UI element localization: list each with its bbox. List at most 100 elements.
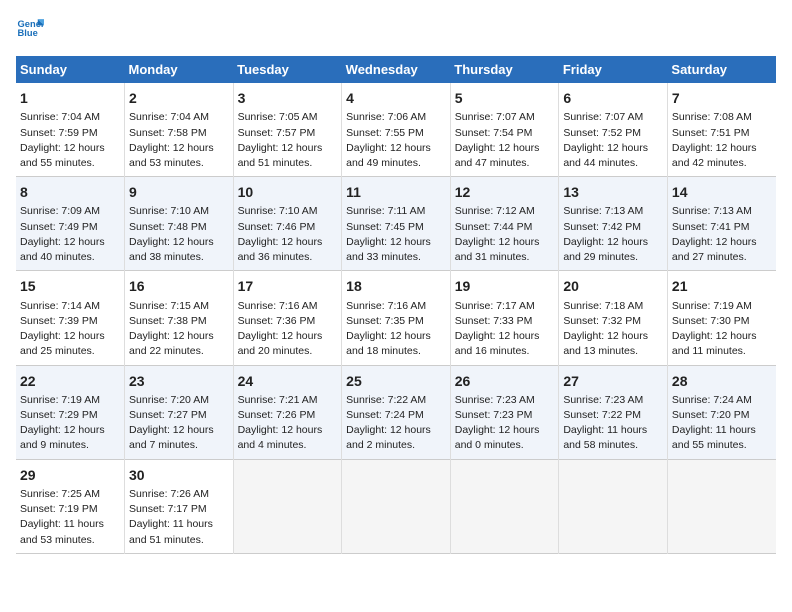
calendar-cell: 2Sunrise: 7:04 AMSunset: 7:58 PMDaylight… [125, 83, 234, 177]
day-number: 12 [455, 182, 555, 202]
sunset-text: Sunset: 7:46 PM [238, 221, 316, 233]
calendar-cell: 3Sunrise: 7:05 AMSunset: 7:57 PMDaylight… [233, 83, 342, 177]
sunset-text: Sunset: 7:17 PM [129, 503, 207, 515]
calendar-cell: 19 Sunrise: 7:17 AM Sunset: 7:33 PM Dayligh… [450, 271, 559, 365]
daylight-text: Daylight: 12 hours and 29 minutes. [563, 236, 648, 263]
sunrise-text: Sunrise: 7:14 AM [20, 300, 100, 312]
sunrise-text: Sunrise: 7:04 AM [129, 111, 209, 123]
daylight-text: Daylight: 12 hours and 20 minutes. [238, 330, 323, 357]
sunset-text: Sunset: 7:44 PM [455, 221, 533, 233]
daylight-text: Daylight: 12 hours and 31 minutes. [455, 236, 540, 263]
calendar-cell: 28 Sunrise: 7:24 AM Sunset: 7:20 PM Dayligh… [667, 365, 776, 459]
calendar-week-2: 8Sunrise: 7:09 AMSunset: 7:49 PMDaylight… [16, 177, 776, 271]
calendar-week-3: 15 Sunrise: 7:14 AM Sunset: 7:39 PM Dayligh… [16, 271, 776, 365]
calendar-cell [233, 459, 342, 553]
sunrise-text: Sunrise: 7:06 AM [346, 111, 426, 123]
sunset-text: Sunset: 7:24 PM [346, 409, 424, 421]
sunrise-text: Sunrise: 7:11 AM [346, 205, 425, 217]
sunrise-text: Sunrise: 7:08 AM [672, 111, 752, 123]
daylight-text: Daylight: 12 hours and 2 minutes. [346, 424, 431, 451]
day-number: 4 [346, 88, 446, 108]
sunrise-text: Sunrise: 7:19 AM [672, 300, 752, 312]
calendar-cell: 18Sunrise: 7:16 AMSunset: 7:35 PMDayligh… [342, 271, 451, 365]
calendar-cell: 20Sunrise: 7:18 AMSunset: 7:32 PMDayligh… [559, 271, 668, 365]
sunset-text: Sunset: 7:39 PM [20, 315, 98, 327]
day-number: 5 [455, 88, 555, 108]
day-number: 23 [129, 371, 229, 391]
daylight-text: Daylight: 12 hours and 49 minutes. [346, 142, 431, 169]
calendar-cell: 23Sunrise: 7:20 AMSunset: 7:27 PMDayligh… [125, 365, 234, 459]
calendar-cell: 9Sunrise: 7:10 AMSunset: 7:48 PMDaylight… [125, 177, 234, 271]
calendar-cell [559, 459, 668, 553]
sunset-text: Sunset: 7:30 PM [672, 315, 750, 327]
daylight-text: Daylight: 11 hours and 53 minutes. [20, 518, 104, 545]
sunset-text: Sunset: 7:52 PM [563, 127, 641, 139]
sunset-text: Sunset: 7:29 PM [20, 409, 98, 421]
daylight-text: Daylight: 12 hours and 25 minutes. [20, 330, 105, 357]
calendar-cell: 11Sunrise: 7:11 AMSunset: 7:45 PMDayligh… [342, 177, 451, 271]
sunrise-text: Sunrise: 7:10 AM [129, 205, 209, 217]
calendar-cell: 5Sunrise: 7:07 AMSunset: 7:54 PMDaylight… [450, 83, 559, 177]
sunrise-text: Sunrise: 7:21 AM [238, 394, 318, 406]
calendar-cell: 29Sunrise: 7:25 AMSunset: 7:19 PMDayligh… [16, 459, 125, 553]
day-number: 10 [238, 182, 338, 202]
calendar-cell: 10Sunrise: 7:10 AMSunset: 7:46 PMDayligh… [233, 177, 342, 271]
day-number: 30 [129, 465, 229, 485]
day-number: 15 [20, 276, 120, 296]
calendar-cell: 17Sunrise: 7:16 AMSunset: 7:36 PMDayligh… [233, 271, 342, 365]
col-header-monday: Monday [125, 56, 234, 83]
sunset-text: Sunset: 7:59 PM [20, 127, 98, 139]
day-number: 6 [563, 88, 663, 108]
sunset-text: Sunset: 7:33 PM [455, 315, 533, 327]
day-number: 26 [455, 371, 555, 391]
daylight-text: Daylight: 12 hours and 42 minutes. [672, 142, 757, 169]
sunrise-text: Sunrise: 7:17 AM [455, 300, 535, 312]
daylight-text: Daylight: 12 hours and 4 minutes. [238, 424, 323, 451]
day-number: 3 [238, 88, 338, 108]
daylight-text: Daylight: 12 hours and 51 minutes. [238, 142, 323, 169]
daylight-text: Daylight: 12 hours and 38 minutes. [129, 236, 214, 263]
sunrise-text: Sunrise: 7:09 AM [20, 205, 100, 217]
daylight-text: Daylight: 11 hours and 58 minutes. [563, 424, 647, 451]
sunset-text: Sunset: 7:41 PM [672, 221, 750, 233]
sunrise-text: Sunrise: 7:24 AM [672, 394, 752, 406]
calendar-cell: 7Sunrise: 7:08 AMSunset: 7:51 PMDaylight… [667, 83, 776, 177]
sunrise-text: Sunrise: 7:16 AM [346, 300, 426, 312]
daylight-text: Daylight: 12 hours and 16 minutes. [455, 330, 540, 357]
sunset-text: Sunset: 7:38 PM [129, 315, 207, 327]
calendar-table: SundayMondayTuesdayWednesdayThursdayFrid… [16, 56, 776, 554]
column-headers: SundayMondayTuesdayWednesdayThursdayFrid… [16, 56, 776, 83]
day-number: 27 [563, 371, 663, 391]
daylight-text: Daylight: 11 hours and 55 minutes. [672, 424, 756, 451]
day-number: 21 [672, 276, 772, 296]
sunrise-text: Sunrise: 7:25 AM [20, 488, 100, 500]
calendar-cell: 16Sunrise: 7:15 AMSunset: 7:38 PMDayligh… [125, 271, 234, 365]
day-number: 19 [455, 276, 555, 296]
sunset-text: Sunset: 7:35 PM [346, 315, 424, 327]
calendar-cell: 4Sunrise: 7:06 AMSunset: 7:55 PMDaylight… [342, 83, 451, 177]
day-number: 17 [238, 276, 338, 296]
calendar-cell: 26Sunrise: 7:23 AMSunset: 7:23 PMDayligh… [450, 365, 559, 459]
calendar-cell: 22Sunrise: 7:19 AMSunset: 7:29 PMDayligh… [16, 365, 125, 459]
sunrise-text: Sunrise: 7:26 AM [129, 488, 209, 500]
col-header-sunday: Sunday [16, 56, 125, 83]
col-header-wednesday: Wednesday [342, 56, 451, 83]
day-number: 28 [672, 371, 772, 391]
sunset-text: Sunset: 7:20 PM [672, 409, 750, 421]
sunset-text: Sunset: 7:42 PM [563, 221, 641, 233]
day-number: 13 [563, 182, 663, 202]
sunset-text: Sunset: 7:32 PM [563, 315, 641, 327]
sunset-text: Sunset: 7:54 PM [455, 127, 533, 139]
daylight-text: Daylight: 12 hours and 47 minutes. [455, 142, 540, 169]
daylight-text: Daylight: 12 hours and 40 minutes. [20, 236, 105, 263]
day-number: 25 [346, 371, 446, 391]
day-number: 1 [20, 88, 120, 108]
day-number: 7 [672, 88, 772, 108]
sunrise-text: Sunrise: 7:16 AM [238, 300, 318, 312]
sunset-text: Sunset: 7:48 PM [129, 221, 207, 233]
day-number: 8 [20, 182, 120, 202]
calendar-week-4: 22Sunrise: 7:19 AMSunset: 7:29 PMDayligh… [16, 365, 776, 459]
day-number: 11 [346, 182, 446, 202]
daylight-text: Daylight: 12 hours and 36 minutes. [238, 236, 323, 263]
daylight-text: Daylight: 12 hours and 55 minutes. [20, 142, 105, 169]
